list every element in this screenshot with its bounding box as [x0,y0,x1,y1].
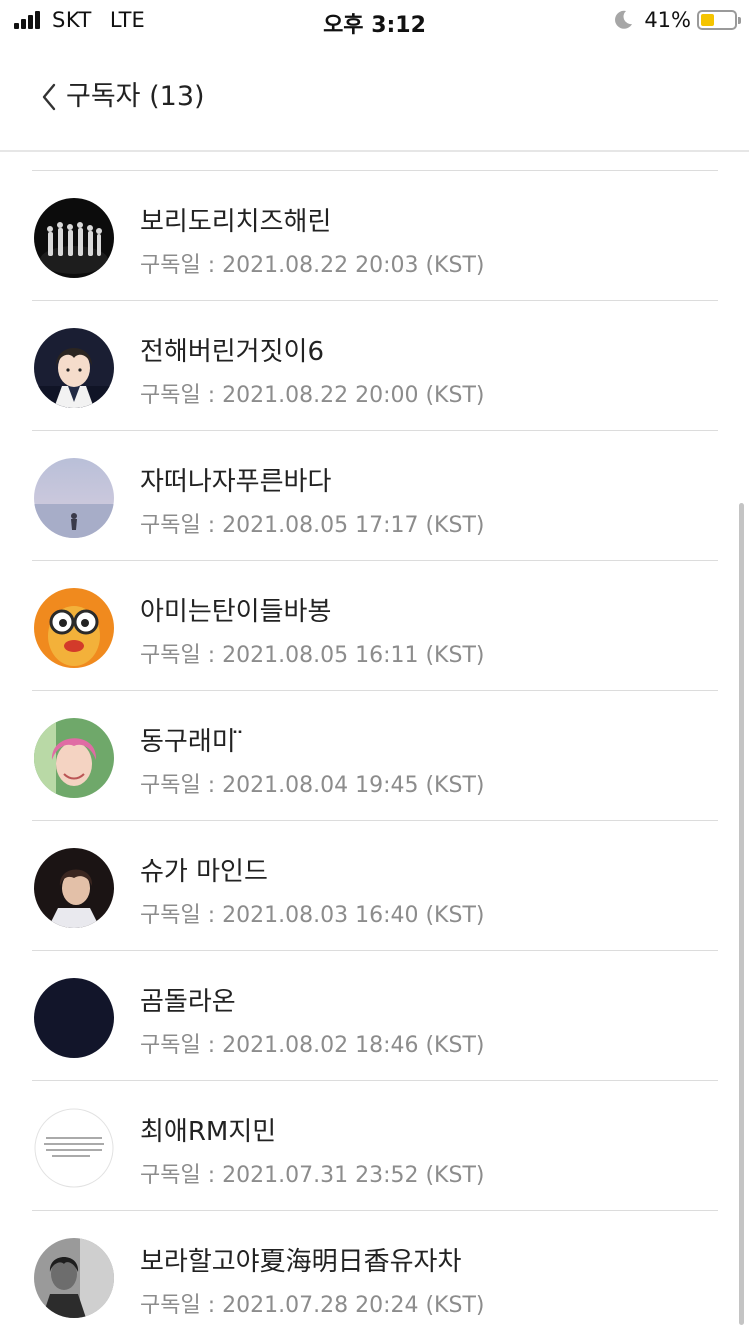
subscriber-name[interactable]: 전해버린거짓이6 [140,331,324,368]
subscriber-row[interactable]: 동구래미 ̈ 구독일 : 2021.08.04 19:45 (KST) [32,691,718,821]
subscriber-row[interactable]: 전해버린거짓이6 구독일 : 2021.08.22 20:00 (KST) [32,301,718,431]
dark-portrait-photo [34,848,114,928]
subscriber-row[interactable]: 곰돌라온 구독일 : 2021.08.02 18:46 (KST) [32,951,718,1081]
avatar[interactable] [34,198,114,278]
subscriber-list: 보리도리치즈해린 구독일 : 2021.08.22 20:03 (KST) 전해… [32,170,718,1334]
subscriber-name[interactable]: 슈가 마인드 [140,851,268,888]
illustrated-boy-portrait [34,328,114,408]
dark-navy-image [34,978,114,1058]
subscriber-row[interactable]: 보리도리치즈해린 구독일 : 2021.08.22 20:03 (KST) [32,171,718,301]
subscription-date: 구독일 : 2021.08.03 16:40 (KST) [140,903,485,928]
moon-icon [615,10,633,29]
subscription-date: 구독일 : 2021.07.28 20:24 (KST) [140,1293,485,1318]
group-dancers-photo [34,198,114,278]
subscriber-row[interactable]: 슈가 마인드 구독일 : 2021.08.03 16:40 (KST) [32,821,718,951]
status-right: 41% [612,8,741,32]
subscriber-row[interactable]: 자떠나자푸른바다 구독일 : 2021.08.05 17:17 (KST) [32,431,718,561]
battery-icon [697,10,741,30]
avatar[interactable] [34,328,114,408]
subscriber-name[interactable]: 아미는탄이들바봉 [140,591,331,628]
subscriber-name[interactable]: 동구래미 ̈ [140,721,244,758]
avatar[interactable] [34,588,114,668]
avatar[interactable] [34,978,114,1058]
subscription-date: 구독일 : 2021.08.05 16:11 (KST) [140,643,485,668]
avatar[interactable] [34,458,114,538]
pink-hair-portrait [34,718,114,798]
battery-tip [738,17,741,24]
subscription-date: 구독일 : 2021.08.22 20:03 (KST) [140,253,485,278]
subscriber-row[interactable]: 아미는탄이들바봉 구독일 : 2021.08.05 16:11 (KST) [32,561,718,691]
subscription-date: 구독일 : 2021.08.22 20:00 (KST) [140,383,485,408]
battery-percent: 41% [644,8,691,32]
subscription-date: 구독일 : 2021.07.31 23:52 (KST) [140,1163,485,1188]
subscriber-name[interactable]: 보리도리치즈해린 [140,201,331,238]
glasses-filter-face [34,588,114,668]
avatar[interactable] [34,1108,114,1188]
scrollbar[interactable] [739,503,744,1325]
subscription-date: 구독일 : 2021.08.05 17:17 (KST) [140,513,485,538]
back-button[interactable] [34,80,64,114]
subscriber-row[interactable]: 최애RM지민 구독일 : 2021.07.31 23:52 (KST) [32,1081,718,1211]
subscriber-name[interactable]: 보라할고야夏海明日香유자차 [140,1241,461,1278]
sky-silhouette-photo [34,458,114,538]
subscriber-row[interactable]: 보라할고야夏海明日香유자차 구독일 : 2021.07.28 20:24 (KS… [32,1211,718,1334]
subscriber-name[interactable]: 자떠나자푸른바다 [140,461,331,498]
page-title: 구독자 (13) [66,81,205,112]
status-bar: SKT LTE 오후 3:12 41% [0,0,749,40]
text-note-image [34,1108,114,1188]
subscription-date: 구독일 : 2021.08.02 18:46 (KST) [140,1033,485,1058]
battery-level-fill [701,14,715,26]
monochrome-portrait [34,1238,114,1318]
chevron-left-icon [42,83,56,111]
avatar[interactable] [34,1238,114,1318]
subscription-date: 구독일 : 2021.08.04 19:45 (KST) [140,773,485,798]
subscriber-name[interactable]: 최애RM지민 [140,1111,276,1148]
subscriber-name[interactable]: 곰돌라온 [140,981,236,1018]
page-header: 구독자 (13) [0,40,749,152]
avatar[interactable] [34,718,114,798]
avatar[interactable] [34,848,114,928]
